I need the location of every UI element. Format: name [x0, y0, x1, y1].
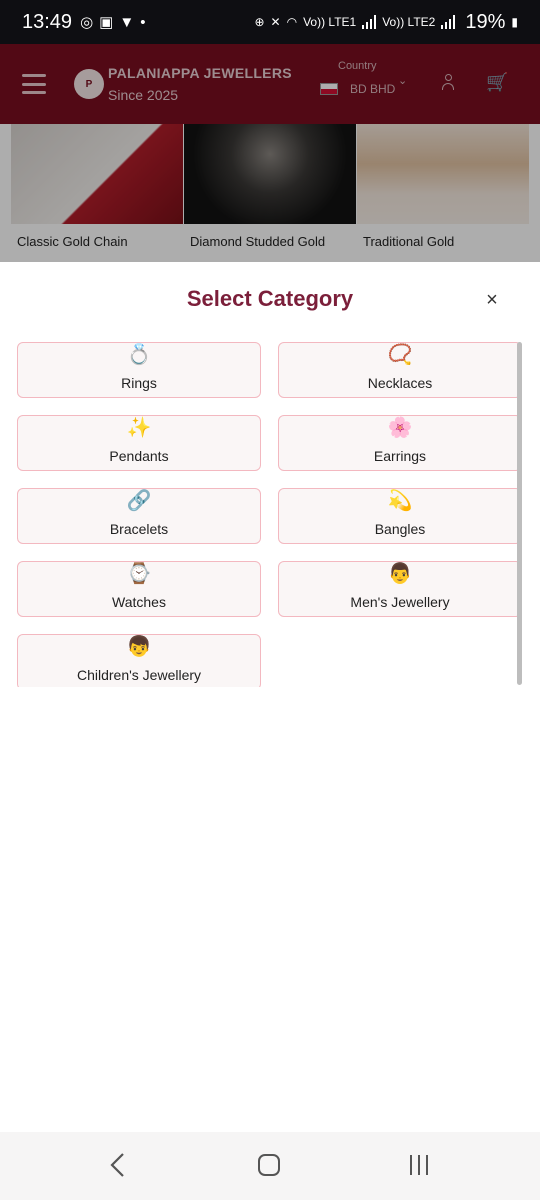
- dot-icon: •: [140, 13, 146, 31]
- man-icon: 👨: [387, 563, 413, 585]
- dizzy-icon: 💫: [387, 490, 413, 512]
- category-watches[interactable]: ⌚ Watches: [17, 561, 261, 617]
- category-label: Earrings: [373, 448, 427, 464]
- category-label: Men's Jewellery: [350, 594, 450, 610]
- link-icon: 🔗: [126, 490, 152, 512]
- category-label: Children's Jewellery: [76, 667, 202, 683]
- category-pendants[interactable]: ✨ Pendants: [17, 415, 261, 471]
- category-label: Necklaces: [367, 375, 433, 391]
- category-label: Rings: [121, 375, 157, 391]
- recent-apps-icon[interactable]: [410, 1155, 428, 1175]
- status-time: 13:49: [22, 10, 73, 33]
- category-mens-jewellery[interactable]: 👨 Men's Jewellery: [278, 561, 522, 617]
- modal-backdrop[interactable]: [0, 44, 540, 262]
- category-rings[interactable]: 💍 Rings: [17, 342, 261, 398]
- category-childrens-jewellery[interactable]: 👦 Children's Jewellery: [17, 634, 261, 687]
- category-bracelets[interactable]: 🔗 Bracelets: [17, 488, 261, 544]
- sheet-title: Select Category: [186, 286, 354, 311]
- system-icons: ⊕ ✕ ◠ Vo)) LTE1 Vo)) LTE2 19% ▮: [254, 11, 518, 34]
- scrollbar[interactable]: [517, 342, 522, 685]
- flower-icon: 🌸: [387, 417, 413, 439]
- category-label: Watches: [112, 594, 166, 610]
- category-grid: 💍 Rings 📿 Necklaces ✨ Pendants 🌸 Earring…: [17, 342, 523, 687]
- category-label: Bracelets: [109, 521, 169, 537]
- battery-level: 19%: [465, 10, 506, 33]
- category-earrings[interactable]: 🌸 Earrings: [278, 415, 522, 471]
- mute-icon: ✕: [270, 15, 281, 29]
- notification-icons: ◎ ▣ ▼ •: [80, 13, 146, 32]
- battery-icon: ▮: [511, 15, 518, 29]
- vpn-icon: ▼: [119, 13, 135, 31]
- status-bar: 13:49 ◎ ▣ ▼ • ⊕ ✕ ◠ Vo)) LTE1 Vo)) LTE2 …: [0, 0, 540, 44]
- system-nav-bar: [0, 1132, 540, 1200]
- ring-icon: 💍: [126, 344, 152, 366]
- gallery-icon: ▣: [99, 14, 114, 31]
- category-label: Bangles: [374, 521, 426, 537]
- category-label: Pendants: [109, 448, 169, 464]
- category-bangles[interactable]: 💫 Bangles: [278, 488, 522, 544]
- watch-icon: ⌚: [126, 563, 152, 585]
- whatsapp-icon: ◎: [80, 14, 94, 31]
- signal-icon-2: [441, 15, 456, 29]
- back-icon[interactable]: [108, 1152, 128, 1178]
- close-icon[interactable]: ×: [482, 290, 502, 310]
- lock-icon: ⊕: [254, 15, 265, 29]
- category-sheet: Select Category × 💍 Rings 📿 Necklaces ✨ …: [0, 262, 540, 1132]
- necklace-icon: 📿: [387, 344, 413, 366]
- home-icon[interactable]: [258, 1154, 280, 1176]
- sparkles-icon: ✨: [126, 417, 152, 439]
- wifi-icon: ◠: [286, 15, 298, 29]
- network-label-1: Vo)) LTE1: [303, 15, 357, 29]
- signal-icon: [362, 15, 377, 29]
- category-necklaces[interactable]: 📿 Necklaces: [278, 342, 522, 398]
- network-label-2: Vo)) LTE2: [382, 15, 436, 29]
- boy-icon: 👦: [126, 636, 152, 658]
